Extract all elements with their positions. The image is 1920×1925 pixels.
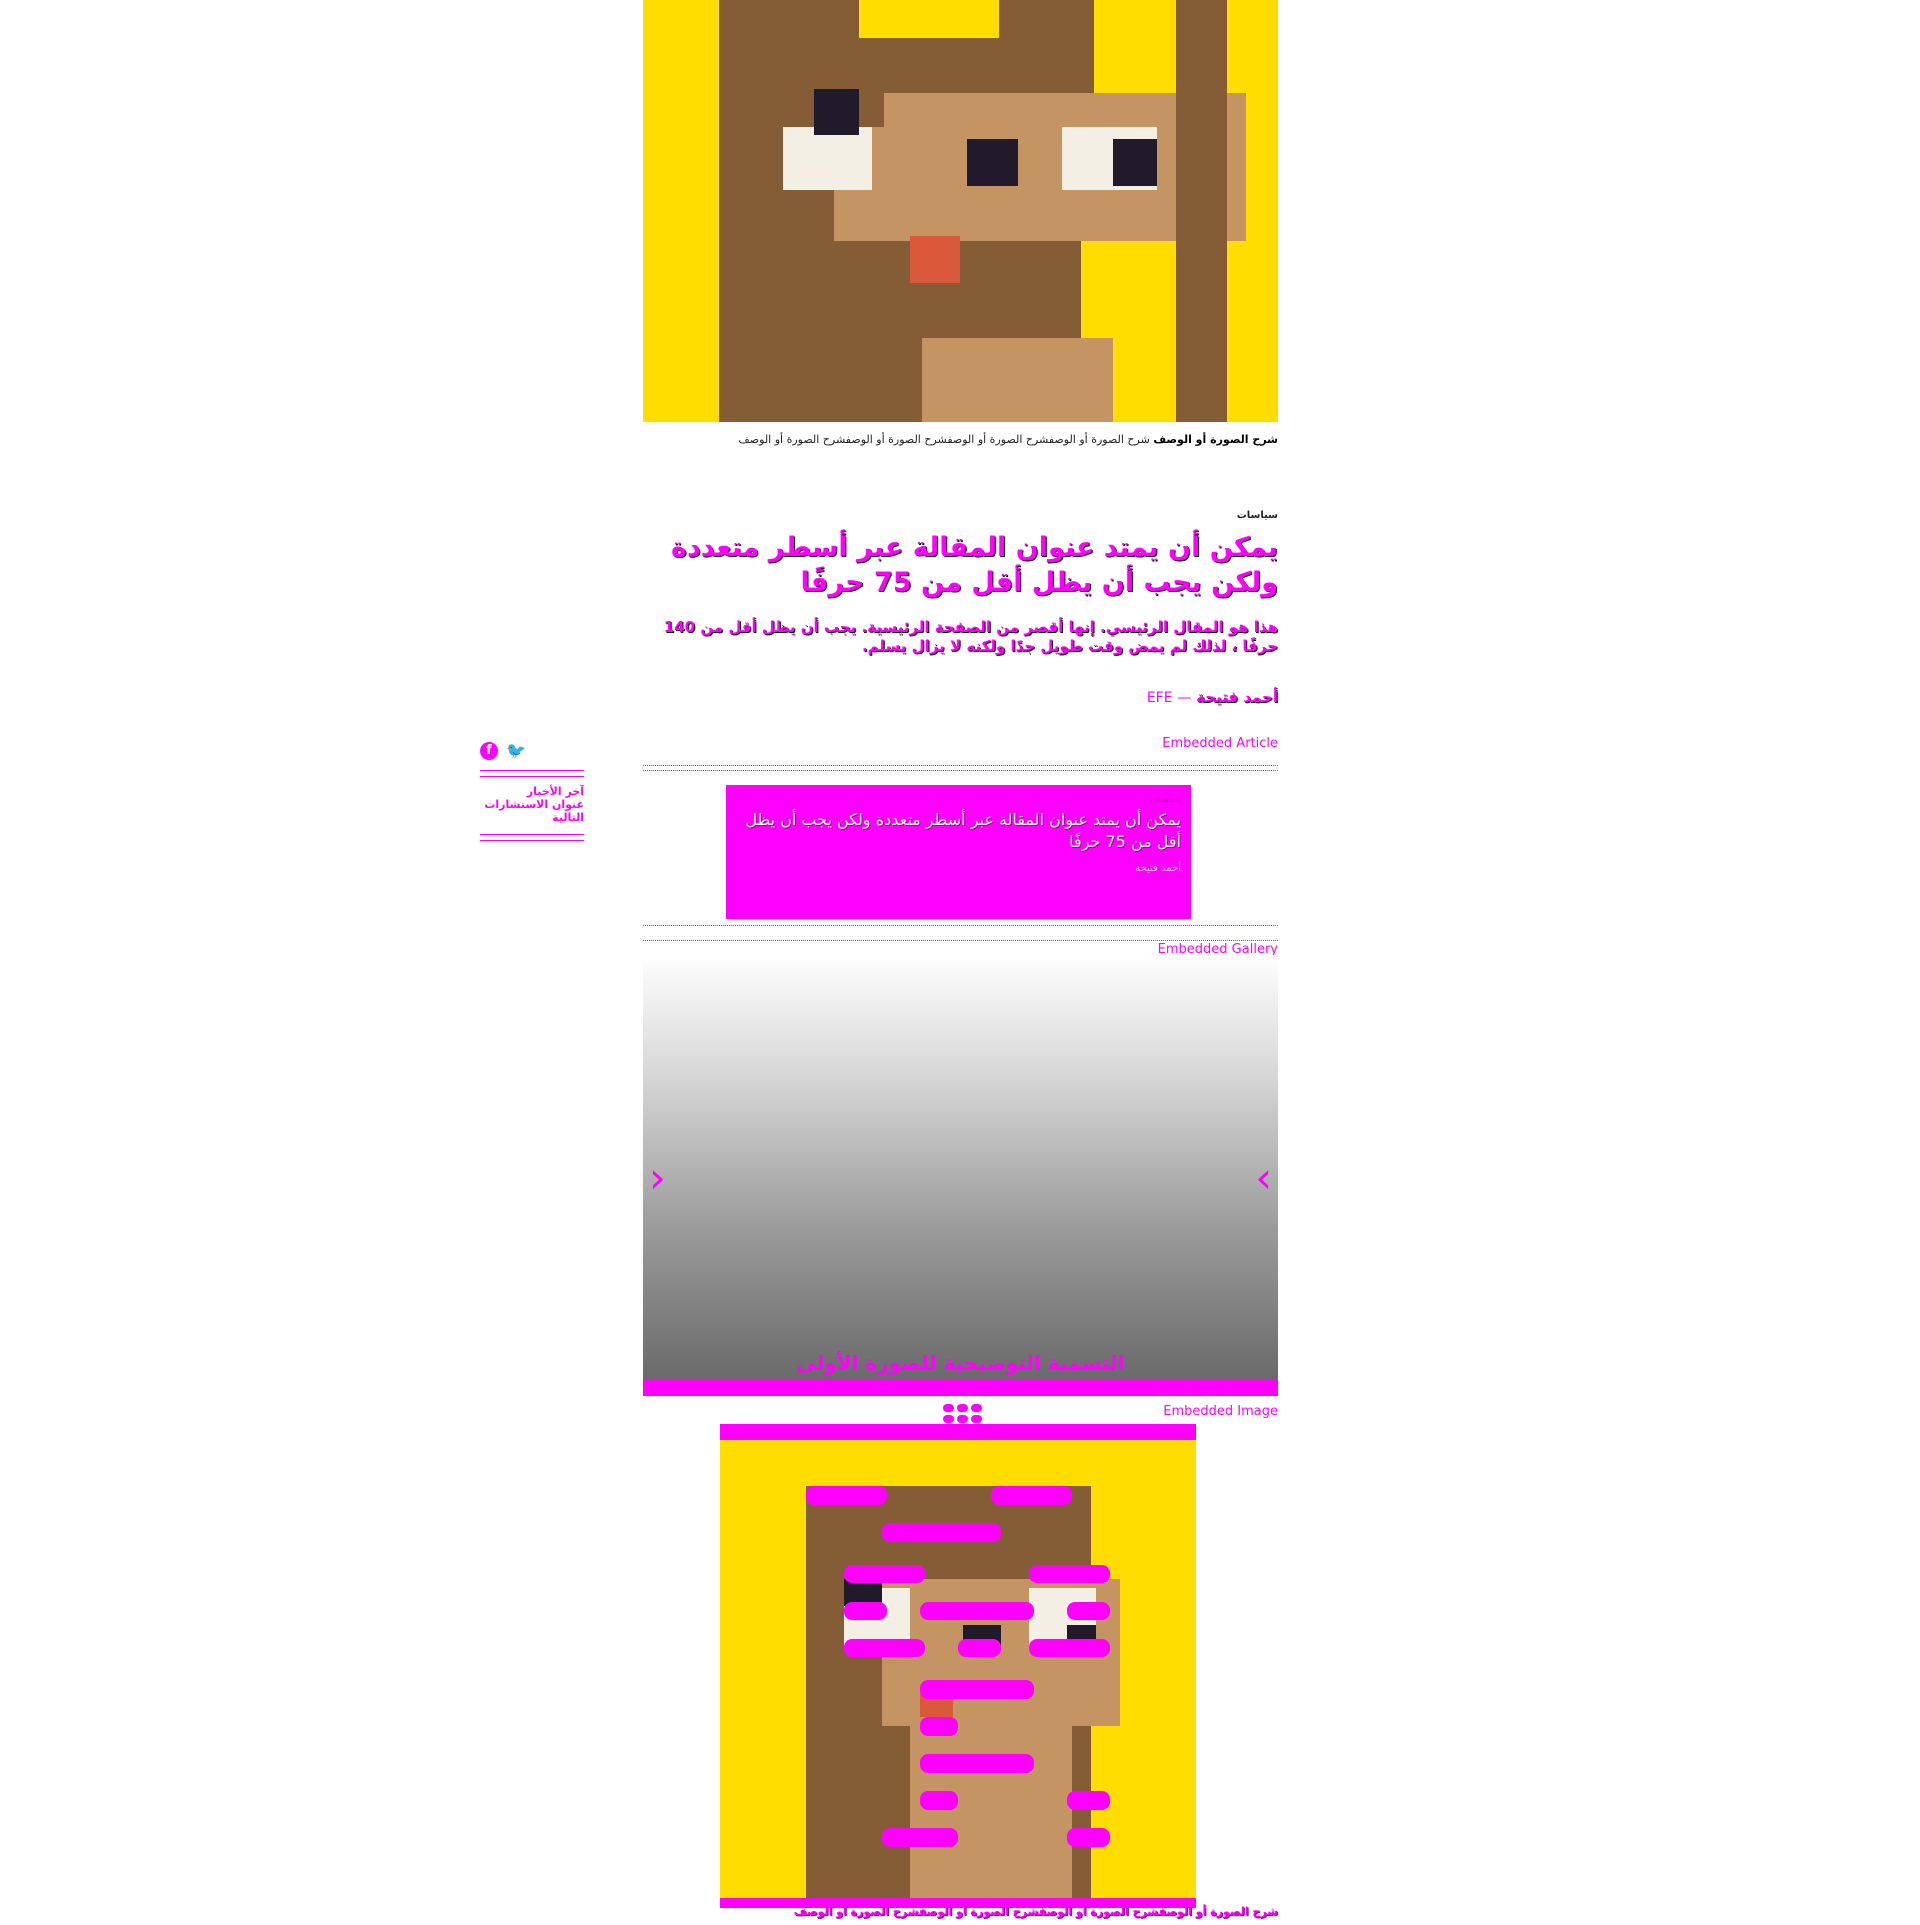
byline: أحمد فتيحة — EFE (643, 688, 1278, 706)
share-sidebar: 🐦 f آخر الأخبار عنوان الاستشارات التالية (480, 742, 584, 841)
section-label[interactable]: سياسات (643, 510, 1278, 521)
embedded-article-author: أحمد فتيحة (1135, 863, 1181, 874)
embedded-image-caption: شرح الصورة أو الوصفشرح الصورة أو الوصفشر… (793, 1905, 1278, 1918)
twitter-icon[interactable]: 🐦 (506, 742, 526, 760)
facebook-icon[interactable]: f (480, 742, 498, 760)
share-divider-bottom (480, 834, 584, 841)
embedded-image-label: Embedded Image (1163, 1404, 1278, 1419)
article-title: يمكن أن يمتد عنوان المقالة عبر أسطر متعد… (671, 532, 1278, 598)
hero-caption-text: شرح الصورة أو الوصفشرح الصورة أو الوصفشر… (738, 433, 1154, 446)
embedded-article-section: سياسات (1149, 795, 1181, 805)
article-dek: هذا هو المقال الرئيسي. إنها أقصر من الصف… (663, 618, 1278, 655)
divider (643, 770, 1278, 771)
share-link-consulting[interactable]: عنوان الاستشارات (480, 798, 584, 811)
embedded-article-card[interactable]: سياسات يمكن أن يمتد عنوان المقالة عبر أس… (726, 785, 1191, 919)
byline-separator: — (1177, 690, 1192, 706)
embedded-article-label: Embedded Article (1162, 736, 1278, 751)
byline-author[interactable]: أحمد فتيحة (1196, 688, 1278, 706)
embedded-image-top-bar (720, 1424, 1196, 1440)
hero-image (643, 0, 1278, 422)
embedded-image (720, 1440, 1196, 1902)
embedded-gallery: ‹ › التسمية التوضيحية للصورة الأولى (643, 955, 1278, 1380)
byline-agency: EFE (1146, 690, 1173, 706)
divider (643, 940, 1278, 941)
hero-caption: شرح الصورة أو الوصف شرح الصورة أو الوصفش… (643, 432, 1278, 448)
share-links: آخر الأخبار عنوان الاستشارات التالية (480, 777, 584, 830)
embedded-article-title[interactable]: يمكن أن يمتد عنوان المقالة عبر أسطر متعد… (736, 809, 1181, 853)
share-link-latest[interactable]: آخر الأخبار (480, 785, 584, 798)
gallery-caption: التسمية التوضيحية للصورة الأولى (796, 1351, 1125, 1375)
hero-caption-bold: شرح الصورة أو الوصف (1153, 433, 1278, 446)
share-link-next[interactable]: التالية (480, 811, 584, 824)
chevron-right-icon[interactable]: › (1255, 1157, 1272, 1199)
divider (643, 925, 1278, 926)
share-divider (480, 770, 584, 777)
gallery-caption-bar (643, 1380, 1278, 1396)
divider (643, 765, 1278, 766)
chevron-left-icon[interactable]: ‹ (649, 1157, 666, 1199)
